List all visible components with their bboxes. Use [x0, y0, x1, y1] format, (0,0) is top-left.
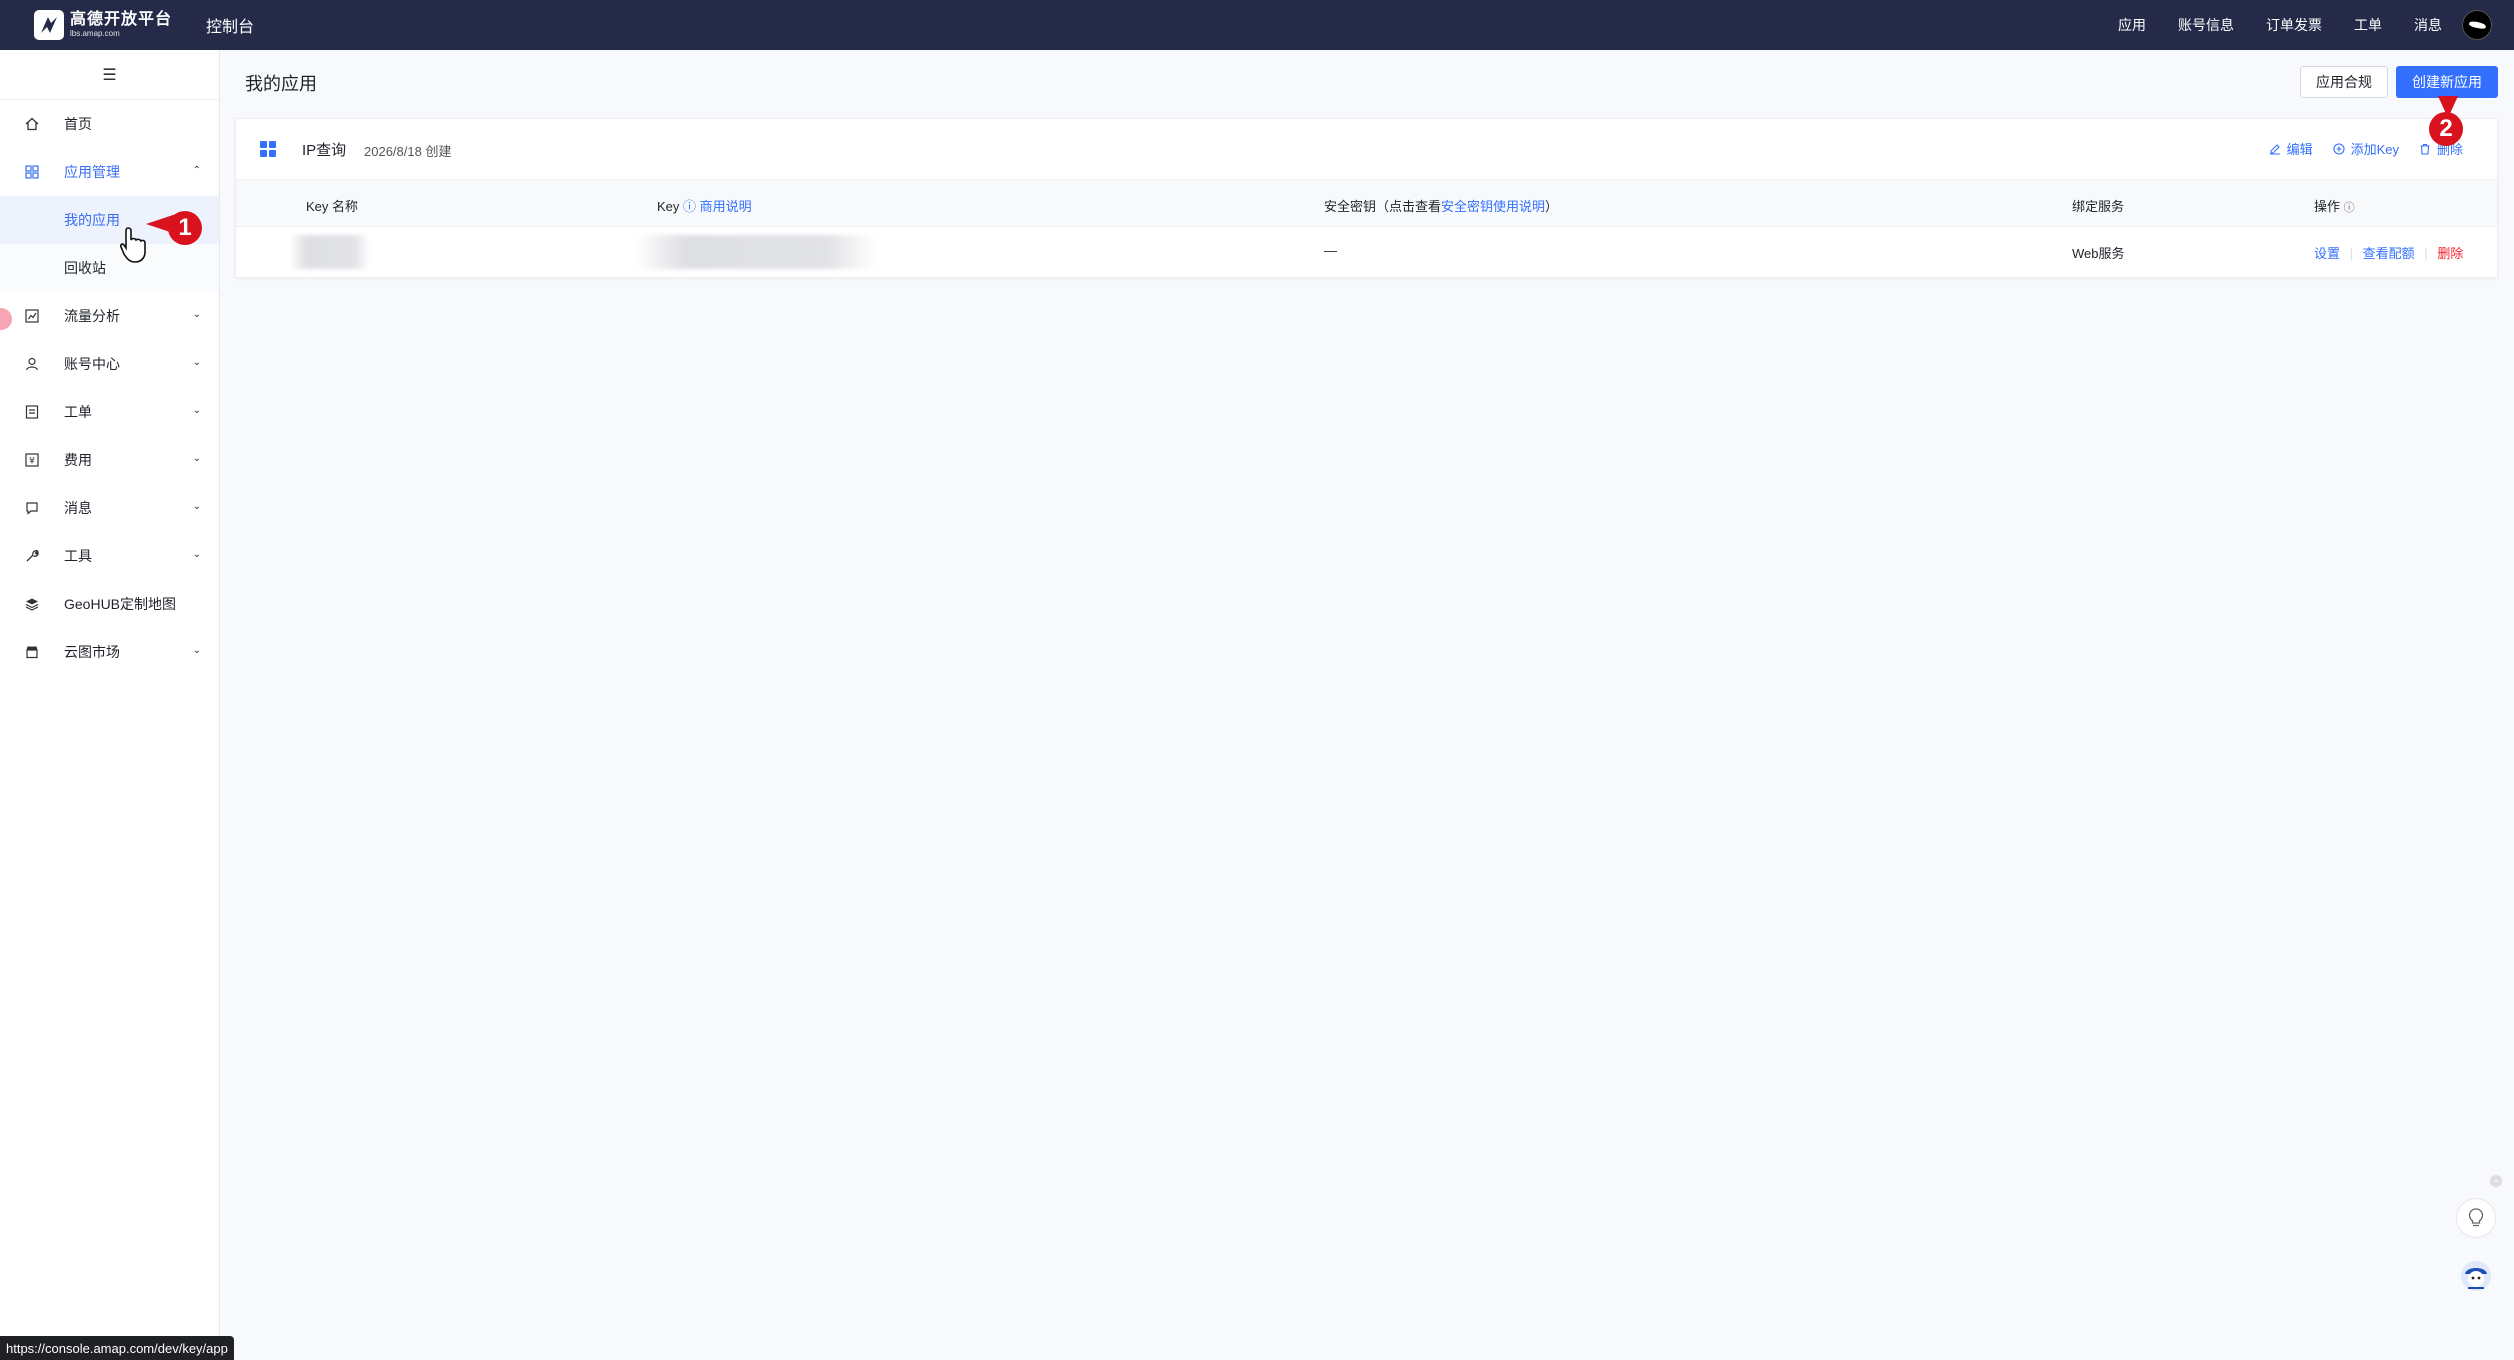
page-title: 我的应用	[245, 74, 317, 94]
table-row: — Web服务 设置 | 查看配额 | 删除	[236, 227, 2497, 277]
status-bar-url: https://console.amap.com/dev/key/app	[0, 1336, 234, 1360]
blurred-key-value	[636, 235, 876, 269]
col-service: 绑定服务	[2072, 199, 2125, 214]
row-operations: 设置 | 查看配额 | 删除	[2314, 246, 2464, 261]
sidebar-item-label: 工单	[64, 404, 92, 420]
assistant-avatar-icon[interactable]	[2456, 1256, 2496, 1296]
top-nav-account[interactable]: 账号信息	[2178, 15, 2234, 35]
settings-link[interactable]: 设置	[2314, 246, 2340, 261]
edit-app-button[interactable]: 编辑	[2269, 139, 2313, 158]
annotation-badge-1: 1	[168, 211, 202, 245]
user-avatar[interactable]	[2462, 10, 2492, 40]
home-icon	[24, 116, 40, 132]
sidebar-item-label: 账号中心	[64, 356, 120, 372]
info-icon[interactable]: ⓘ	[2344, 202, 2355, 214]
app-card: IP查询 2026/8/18 创建 编辑 添加Key 删除 Key 名称 Key…	[235, 118, 2498, 278]
layers-icon	[24, 596, 40, 612]
sidebar-item-geohub[interactable]: GeoHUB定制地图	[0, 580, 219, 628]
chevron-down-icon: ⌄	[192, 309, 201, 320]
svg-text:¥: ¥	[29, 457, 35, 467]
tool-icon	[24, 548, 40, 564]
top-nav: 应用 账号信息 订单发票 工单 消息	[2086, 0, 2442, 50]
chevron-down-icon: ⌄	[192, 357, 201, 368]
add-circle-icon	[2333, 142, 2345, 155]
menu-collapse-icon[interactable]: ☰	[0, 50, 219, 100]
hand-cursor-icon	[120, 227, 146, 263]
chevron-down-icon: ⌄	[192, 405, 201, 416]
sidebar-item-cloud-market[interactable]: 云图市场 ⌄	[0, 628, 219, 676]
top-nav-messages[interactable]: 消息	[2414, 15, 2442, 35]
sidebar-item-label: GeoHUB定制地图	[64, 596, 177, 612]
user-icon	[24, 356, 40, 372]
sidebar-item-label: 首页	[64, 116, 92, 132]
annotation-badge-2: 2	[2429, 112, 2463, 146]
logo-icon	[34, 10, 64, 40]
app-card-header: IP查询 2026/8/18 创建 编辑 添加Key 删除	[236, 119, 2497, 179]
col-secret: 安全密钥（点击查看安全密钥使用说明）	[1324, 199, 1559, 214]
console-label[interactable]: 控制台	[206, 13, 254, 37]
ticket-icon	[24, 404, 40, 420]
key-table-header: Key 名称 Key ⓘ 商用说明 安全密钥（点击查看安全密钥使用说明） 绑定服…	[236, 179, 2497, 227]
sidebar-item-traffic[interactable]: 流量分析 ⌄	[0, 292, 219, 340]
chart-icon	[24, 308, 40, 324]
sidebar-item-tools[interactable]: 工具 ⌄	[0, 532, 219, 580]
app-created-date: 2026/8/18 创建	[364, 144, 452, 159]
blurred-key-name	[290, 235, 370, 269]
sidebar-item-app-management[interactable]: 应用管理 ⌃	[0, 148, 219, 196]
key-usage-link[interactable]: ⓘ 商用说明	[683, 199, 752, 214]
edit-icon	[2269, 143, 2280, 155]
top-nav-apps[interactable]: 应用	[2118, 15, 2146, 35]
store-icon	[24, 644, 40, 660]
service-value: Web服务	[2072, 246, 2125, 261]
message-icon	[24, 500, 40, 516]
sidebar-item-label: 工具	[64, 548, 92, 564]
fee-icon: ¥	[24, 452, 40, 468]
app-name: IP查询	[302, 142, 347, 159]
sidebar-item-label: 流量分析	[64, 308, 120, 324]
chevron-down-icon: ⌄	[192, 453, 201, 464]
sidebar-item-ticket[interactable]: 工单 ⌄	[0, 388, 219, 436]
close-icon[interactable]: ×	[2490, 1175, 2502, 1187]
sidebar-item-messages[interactable]: 消息 ⌄	[0, 484, 219, 532]
app-grid-icon	[260, 141, 276, 157]
top-bar: 高德开放平台 lbs.amap.com 控制台 应用 账号信息 订单发票 工单 …	[0, 0, 2514, 50]
col-ops: 操作 ⓘ	[2314, 199, 2355, 214]
chevron-down-icon: ⌄	[192, 645, 201, 656]
chevron-up-icon: ⌃	[192, 165, 201, 176]
view-quota-link[interactable]: 查看配额	[2363, 246, 2415, 261]
chevron-down-icon: ⌄	[192, 501, 201, 512]
sidebar-item-home[interactable]: 首页	[0, 100, 219, 148]
add-key-button[interactable]: 添加Key	[2333, 139, 2399, 158]
app-compliance-button[interactable]: 应用合规	[2300, 66, 2388, 98]
secret-value: —	[1324, 243, 1337, 258]
col-key-name: Key 名称	[306, 199, 359, 214]
sidebar-item-account[interactable]: 账号中心 ⌄	[0, 340, 219, 388]
grid-icon	[24, 164, 40, 180]
sidebar-item-label: 费用	[64, 452, 92, 468]
sidebar-item-label: 消息	[64, 500, 92, 516]
logo-title: 高德开放平台	[70, 11, 173, 28]
secret-usage-link[interactable]: 安全密钥使用说明	[1441, 199, 1545, 214]
top-nav-invoice[interactable]: 订单发票	[2266, 15, 2322, 35]
top-nav-ticket[interactable]: 工单	[2354, 15, 2382, 35]
chevron-down-icon: ⌄	[192, 549, 201, 560]
sidebar-item-fee[interactable]: ¥ 费用 ⌄	[0, 436, 219, 484]
amap-logo[interactable]: 高德开放平台 lbs.amap.com	[34, 10, 172, 40]
sidebar-item-label: 应用管理	[64, 164, 120, 180]
lightbulb-icon[interactable]	[2456, 1198, 2496, 1238]
logo-subtitle: lbs.amap.com	[70, 29, 120, 38]
sidebar-item-label: 云图市场	[64, 644, 120, 660]
col-key: Key ⓘ 商用说明	[657, 199, 752, 214]
delete-key-link[interactable]: 删除	[2437, 246, 2463, 261]
